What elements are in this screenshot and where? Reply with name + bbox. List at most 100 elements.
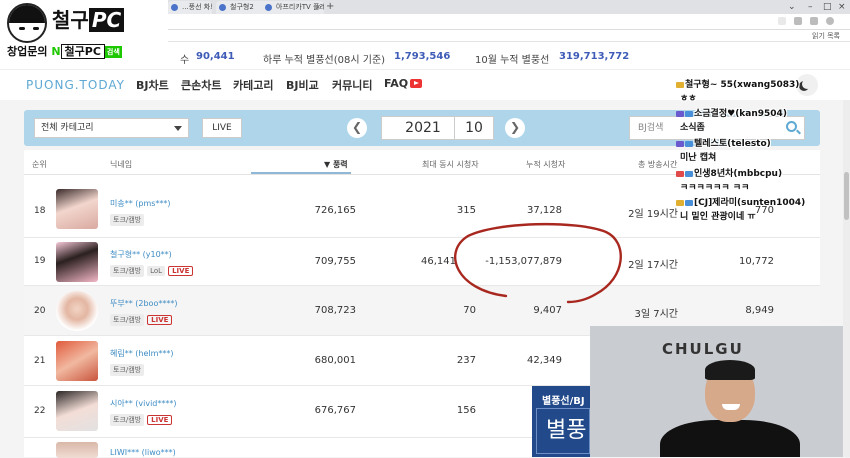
balloon-cell: 708,723 (314, 305, 356, 316)
live-badge[interactable]: LIVE (147, 315, 173, 325)
stat-label-3: 10월 누적 별풍선 (475, 55, 550, 66)
share-icon[interactable] (778, 17, 786, 25)
rank-cell: 21 (34, 356, 46, 366)
nav-bj-chart[interactable]: BJ차트 (136, 77, 169, 93)
logo-title: 철구 PC (52, 4, 125, 33)
total-viewers-cell: 9,407 (533, 305, 562, 316)
new-tab-button[interactable]: + (326, 0, 334, 14)
rank-cell: 22 (34, 406, 46, 416)
chat-message: 인생8년차(mbbcpu) (676, 166, 782, 179)
max-viewers-cell: 315 (456, 205, 476, 216)
avatar[interactable] (56, 341, 98, 381)
wall-sign-text: CHULGU (662, 340, 744, 358)
close-window-icon[interactable]: × (838, 0, 846, 14)
nickname-link[interactable]: 철구형** (y10**) (110, 249, 172, 260)
streamer-face-icon (7, 3, 47, 43)
next-month-button[interactable]: ❯ (505, 118, 525, 138)
logo-subtitle: 창업문의 N 철구PC 검색 (7, 44, 122, 59)
nickname-link[interactable]: 뚜부** (2boo****) (110, 298, 177, 309)
stat-value-2: 1,793,546 (394, 51, 451, 62)
chat-message: ㅎㅎ (680, 94, 697, 104)
tab-balloon-chart[interactable]: ...풍선 차트× (168, 1, 212, 14)
total-viewers-cell: 42,349 (527, 355, 562, 366)
category-tag: 토크/캠방 (110, 364, 145, 376)
chat-message: 소식좀 (680, 123, 705, 133)
header-rank: 순위 (32, 160, 47, 169)
site-favicon-icon (219, 4, 226, 11)
live-badge[interactable]: LIVE (168, 266, 194, 276)
nickname-link[interactable]: 시아** (vivid****) (110, 398, 177, 409)
profile-icon[interactable] (826, 17, 834, 25)
category-tag: 토크/캠방 (110, 214, 145, 226)
nav-big-spender-chart[interactable]: 큰손차트 (181, 77, 221, 93)
page-scrollbar[interactable] (843, 100, 850, 457)
extension-icon[interactable] (794, 17, 802, 25)
reading-list-link[interactable]: 읽기 목록 (812, 31, 840, 41)
year-field[interactable]: 2021 (381, 116, 465, 140)
tab-afreeca-player[interactable]: 아프리카TV 플레이어× (262, 1, 324, 14)
tag-list: 토크/캠방 (110, 362, 147, 376)
prev-month-button[interactable]: ❮ (347, 118, 367, 138)
nickname-link[interactable]: 혜림** (helm***) (110, 348, 174, 359)
stat-value-1: 90,441 (196, 51, 235, 62)
nav-community[interactable]: 커뮤니티 (332, 77, 372, 93)
avatar[interactable] (56, 189, 98, 229)
tag-list: 토크/캠방 LIVE (110, 312, 173, 326)
nickname-link[interactable]: 미송** (pms***) (110, 198, 171, 209)
tag-list: 토크/캠방 (110, 212, 147, 226)
balloon-cell: 726,165 (314, 205, 356, 216)
balloon-cell: 709,755 (314, 256, 356, 267)
stat-label-1: 수 (180, 55, 190, 66)
page-scrollbar-thumb[interactable] (844, 172, 849, 220)
nav-bj-compare[interactable]: BJ비교 (286, 77, 319, 93)
table-row[interactable]: 19 철구형** (y10**) 토크/캠방 LoL LIVE 709,755 46… (24, 238, 820, 286)
month-field[interactable]: 10 (454, 116, 494, 140)
rank-cell: 18 (34, 206, 46, 216)
youtube-icon[interactable] (410, 79, 422, 88)
chat-message: 미난 캡쳐 (680, 153, 717, 163)
header-max-viewers[interactable]: 최대 동시 시청자 (422, 159, 479, 170)
rank-cell: 20 (34, 306, 46, 316)
avatar[interactable] (56, 291, 98, 331)
broadcast-time-cell: 2일 19시간 (628, 209, 678, 220)
category-select[interactable]: 전체 카테고리 (34, 118, 189, 138)
chat-message: [CJ]제라미(sunten1004) (676, 195, 805, 208)
site-logo[interactable]: PUONG.TODAY (26, 78, 125, 92)
stat-label-2: 하루 누적 별풍선(08시 기준) (263, 55, 386, 66)
header-nickname: 닉네임 (110, 160, 133, 169)
tab-close-icon[interactable]: × (315, 1, 321, 14)
balloon-cell: 680,001 (314, 355, 356, 366)
max-viewers-cell: 70 (463, 305, 476, 316)
bookmark-icon[interactable] (810, 17, 818, 25)
site-favicon-icon (171, 4, 178, 11)
chat-message: 철구형~ 55(xwang5083) (676, 77, 799, 90)
minimize-icon[interactable]: – (808, 0, 813, 14)
maximize-icon[interactable]: □ (823, 0, 832, 14)
person-body (660, 420, 800, 457)
header-balloon-sort[interactable]: ▼ 풍력 (324, 159, 348, 170)
site-favicon-icon (265, 4, 272, 11)
avatar[interactable] (56, 391, 98, 431)
search-icon[interactable] (786, 121, 797, 132)
rank-cell: 19 (34, 256, 46, 266)
nav-faq[interactable]: FAQ (384, 77, 408, 90)
category-tag: LoL (147, 266, 166, 276)
header-total-viewers[interactable]: 누적 시청자 (526, 159, 565, 170)
live-badge[interactable]: LIVE (147, 415, 173, 425)
max-viewers-cell: 237 (456, 355, 476, 366)
live-filter-button[interactable]: LIVE (202, 118, 242, 138)
nav-category[interactable]: 카테고리 (233, 77, 273, 93)
chat-message: 소금결정♥(kan9504) (676, 106, 787, 119)
extra-cell: 10,772 (739, 256, 774, 267)
tab-close-icon[interactable]: × (203, 1, 209, 14)
avatar[interactable] (56, 242, 98, 282)
avatar[interactable] (56, 442, 98, 458)
chevron-down-icon[interactable]: ⌄ (788, 0, 796, 14)
category-tag: 토크/캠방 (110, 414, 145, 426)
category-tag: 토크/캠방 (110, 265, 145, 277)
header-broadcast-time[interactable]: 총 방송시간 (638, 159, 677, 170)
balloon-cell: 676,767 (314, 405, 356, 416)
streamer-logo-overlay: 철구 PC 창업문의 N 철구PC 검색 (0, 0, 168, 64)
nickname-link[interactable]: LIWI*** (liwo***) (110, 448, 176, 457)
stat-value-3: 319,713,772 (559, 51, 630, 62)
